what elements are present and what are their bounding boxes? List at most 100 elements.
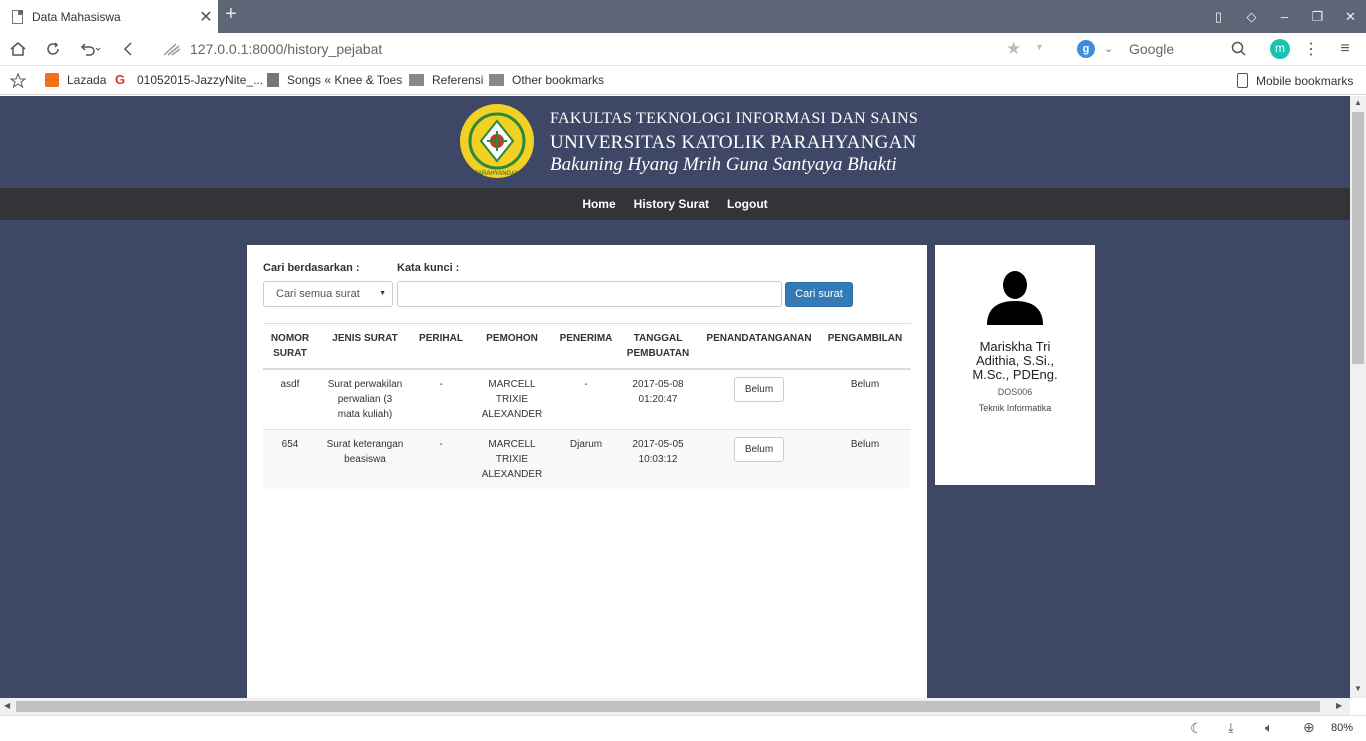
speed-dial-icon[interactable] [160, 38, 184, 60]
folder-icon [409, 74, 424, 86]
bookmark-label: Lazada [67, 73, 107, 87]
search-engine-icon[interactable]: g [1077, 40, 1095, 58]
home-icon[interactable] [6, 38, 30, 60]
cell-perihal: - [413, 368, 469, 430]
university-logo: PARAHYANGAN [460, 104, 534, 178]
scroll-right-icon[interactable]: ▶ [1336, 701, 1342, 710]
col-perihal: PERIHAL [413, 323, 469, 370]
chevron-down-icon[interactable]: ▼ [1035, 42, 1044, 52]
cell-perihal: - [413, 429, 469, 489]
cell-penerima: - [555, 368, 617, 430]
url-field[interactable]: 127.0.0.1:8000/history_pejabat [190, 41, 382, 57]
col-penerima: PENERIMA [555, 323, 617, 370]
col-tanggal-pembuatan: TANGGAL PEMBUATAN [617, 323, 699, 370]
select-value: Cari semua surat [276, 288, 360, 300]
profile-name: Mariskha Tri Adithia, S.Si., M.Sc., PDEn… [972, 339, 1058, 382]
mobile-icon [1237, 73, 1248, 88]
bookmark-lazada[interactable]: Lazada [45, 73, 106, 87]
scroll-down-icon[interactable]: ▼ [1354, 684, 1362, 693]
tab-close-icon[interactable]: ✕ [194, 7, 218, 27]
cell-jenis: Surat perwakilan perwalian (3 mata kuliah) [317, 368, 413, 430]
vertical-scrollbar[interactable]: ▲ ▼ [1350, 96, 1366, 698]
faculty-name: FAKULTAS TEKNOLOGI INFORMASI DAN SAINS [550, 110, 919, 127]
cell-penandatanganan: Belum [699, 368, 819, 430]
browser-tab[interactable]: Data Mahasiswa ✕ [0, 0, 218, 33]
address-bar: 127.0.0.1:8000/history_pejabat ★ ▼ g ⌄ G… [0, 33, 1366, 66]
bookmark-songs[interactable]: Songs « Knee & Toes [267, 73, 402, 87]
bookmark-label: Mobile bookmarks [1256, 73, 1354, 88]
profile-card: Mariskha Tri Adithia, S.Si., M.Sc., PDEn… [935, 245, 1095, 485]
university-name: UNIVERSITAS KATOLIK PARAHYANGAN [550, 132, 917, 153]
search-category-select[interactable]: Cari semua surat ▼ [263, 281, 393, 307]
tab-mode-icon[interactable]: ▯ [1202, 0, 1235, 33]
scroll-up-icon[interactable]: ▲ [1354, 98, 1362, 107]
zoom-level[interactable]: 80% [1331, 722, 1353, 734]
tab-title: Data Mahasiswa [32, 9, 121, 24]
bookmark-referensi[interactable]: Referensi [409, 73, 483, 87]
nav-home[interactable]: Home [582, 197, 615, 211]
caret-down-icon: ▼ [379, 290, 386, 297]
page: PARAHYANGAN FAKULTAS TEKNOLOGI INFORMASI… [0, 96, 1350, 698]
bookmarks-bar: Lazada G 01052015-JazzyNite_... Songs « … [0, 66, 1366, 95]
zoom-icon[interactable]: ⊕ [1303, 719, 1315, 736]
search-icon[interactable] [1227, 38, 1251, 60]
menu-icon[interactable]: ≡ [1333, 38, 1357, 60]
engine-dropdown-icon[interactable]: ⌄ [1104, 42, 1113, 55]
minimize-icon[interactable]: ‒ [1268, 0, 1301, 33]
page-icon [267, 73, 279, 87]
cell-jenis: Surat keterangan beasiswa [317, 429, 413, 489]
cell-penerima: Djarum [555, 429, 617, 489]
nav-logout[interactable]: Logout [727, 197, 768, 211]
bookmark-label: Other bookmarks [512, 73, 605, 87]
new-tab-icon[interactable]: + [225, 3, 237, 26]
back-icon[interactable] [116, 38, 140, 60]
col-pemohon: PEMOHON [469, 323, 555, 370]
bookmark-star-icon[interactable]: ★ [1006, 39, 1021, 59]
vertical-scroll-thumb[interactable] [1352, 112, 1364, 364]
keyword-label: Kata kunci : [397, 262, 460, 274]
col-nomor-surat: NOMOR SURAT [263, 323, 317, 370]
reload-icon[interactable] [41, 38, 65, 60]
table-header-row: NOMOR SURAT JENIS SURAT PERIHAL PEMOHON P… [263, 323, 911, 370]
bookmark-label: Referensi [432, 73, 484, 87]
nav-history-surat[interactable]: History Surat [634, 197, 709, 211]
skin-icon[interactable]: ◇ [1235, 0, 1268, 33]
horizontal-scroll-thumb[interactable] [16, 701, 1320, 712]
undo-icon[interactable] [78, 38, 102, 60]
letters-table: NOMOR SURAT JENIS SURAT PERIHAL PEMOHON P… [263, 323, 911, 489]
search-input[interactable]: Google [1129, 41, 1174, 57]
cell-tanggal: 2017-05-05 10:03:12 [617, 429, 699, 489]
cell-pemohon: MARCELL TRIXIE ALEXANDER [469, 368, 555, 430]
content-panel: Cari berdasarkan : Kata kunci : Cari sem… [247, 245, 927, 698]
browser-tabbar: Data Mahasiswa ✕ + ▯ ◇ ‒ ❐ ✕ [0, 0, 1366, 33]
table-row: asdf Surat perwakilan perwalian (3 mata ku… [263, 368, 911, 430]
night-mode-icon[interactable]: ☾ [1190, 720, 1203, 737]
cell-penandatanganan: Belum [699, 429, 819, 489]
volume-icon[interactable]: 🔈︎ [1265, 720, 1273, 736]
folder-icon [489, 74, 504, 86]
search-button[interactable]: Cari surat [785, 282, 853, 307]
table-row: 654 Surat keterangan beasiswa - MARCELL TR… [263, 429, 911, 489]
extension-icon[interactable]: m [1270, 39, 1290, 59]
star-icon[interactable] [10, 73, 26, 88]
search-by-label: Cari berdasarkan : [263, 262, 360, 274]
scroll-left-icon[interactable]: ◀ [4, 701, 10, 710]
cell-tanggal: 2017-05-08 01:20:47 [617, 368, 699, 430]
keyword-input[interactable] [397, 281, 782, 307]
cell-pengambilan: Belum [819, 368, 911, 430]
cell-pemohon: MARCELL TRIXIE ALEXANDER [469, 429, 555, 489]
bookmark-label: 01052015-JazzyNite_... [137, 73, 264, 87]
bookmark-other[interactable]: Other bookmarks [489, 73, 604, 87]
sign-status-button[interactable]: Belum [734, 377, 784, 402]
more-options-icon[interactable]: ⋮ [1299, 38, 1323, 60]
sign-status-button[interactable]: Belum [734, 437, 784, 462]
col-jenis-surat: JENIS SURAT [317, 323, 413, 370]
bookmark-mobile[interactable]: Mobile bookmarks [1237, 73, 1353, 88]
university-motto: Bakuning Hyang Mrih Guna Santyaya Bhakti [550, 154, 897, 175]
horizontal-scrollbar[interactable]: ◀ ▶ [0, 698, 1350, 715]
bookmark-jazzynite[interactable]: G 01052015-JazzyNite_... [115, 73, 264, 88]
cell-nomor: 654 [263, 429, 317, 489]
restore-icon[interactable]: ❐ [1301, 0, 1334, 33]
close-window-icon[interactable]: ✕ [1334, 0, 1366, 33]
download-icon[interactable]: ⤓ [1228, 720, 1234, 736]
